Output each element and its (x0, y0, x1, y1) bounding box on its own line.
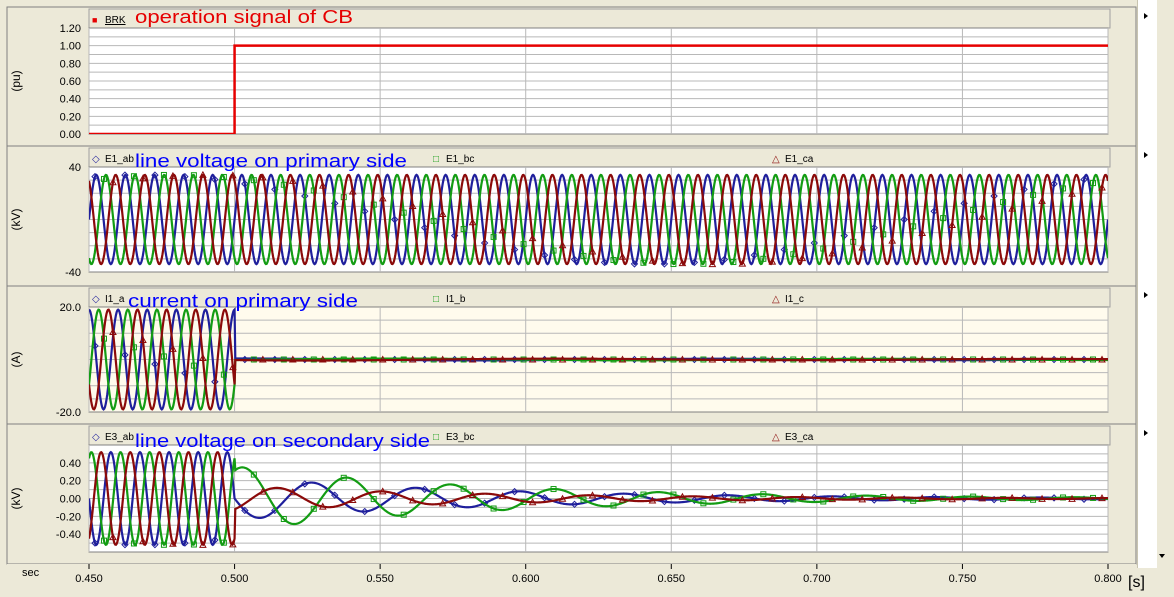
panel-4: 0.40 0.20 0.00 -0.20 -0.40 (kV) ◇ E3_ab □ E3_bc △ E… (6, 423, 1137, 565)
legend-entry: E1_ab (105, 154, 134, 165)
y-tick-label: 1.20 (60, 23, 81, 35)
legend-entry: I1_a (105, 294, 125, 305)
panel-menu-arrow-3[interactable] (1141, 290, 1151, 300)
vertical-scrollbar[interactable] (1137, 0, 1157, 568)
panel-1: 1.20 1.00 0.80 0.60 0.40 0.20 0.00 (pu) ■ BRK oper… (6, 6, 1137, 147)
x-axis-unit-label: sec (22, 567, 40, 579)
y-tick-label: 0.40 (60, 94, 81, 106)
annotation-label: line voltage on secondary side (135, 431, 430, 451)
y-tick-label: 40 (69, 162, 81, 174)
x-tick-label: 0.700 (803, 573, 831, 585)
x-axis: sec 0.450 0.500 0.550 0.600 0.650 0.700 0.750 0.… (7, 564, 1145, 591)
legend-symbol: □ (433, 294, 439, 305)
x-axis-unit-bracket-label: [s] (1128, 574, 1145, 591)
y-tick-label: 0.00 (60, 494, 81, 506)
x-tick-label: 0.550 (366, 573, 394, 585)
panel-menu-arrow-4[interactable] (1141, 428, 1151, 438)
x-tick-label: 0.800 (1094, 573, 1122, 585)
legend-entry: E1_bc (446, 154, 474, 165)
panel-2: 40 -40 (kV) ◇ E1_ab □ E1_bc △ E1_ca line voltage … (6, 145, 1137, 287)
y-tick-label: 0.80 (60, 58, 81, 70)
legend-entry: E1_ca (785, 154, 814, 165)
x-axis-strip (7, 564, 1136, 568)
y-tick-label: -0.20 (56, 511, 81, 523)
x-tick-label: 0.750 (949, 573, 977, 585)
legend-entry: E3_bc (446, 432, 474, 443)
legend-entry: E3_ab (105, 432, 134, 443)
legend-symbol: △ (772, 154, 780, 165)
y-tick-label: 0.00 (60, 129, 81, 141)
legend-symbol: ◇ (92, 294, 100, 305)
x-tick-label: 0.500 (221, 573, 249, 585)
y-tick-label: 0.20 (60, 476, 81, 488)
legend-symbol: □ (433, 154, 439, 165)
y-tick-label: 0.60 (60, 76, 81, 88)
legend-symbol: △ (772, 432, 780, 443)
y-tick-label: 20.0 (60, 302, 81, 314)
legend-symbol: ■ (92, 15, 97, 25)
y-tick-label: -40 (65, 267, 81, 279)
panel-3: 20.0 -20.0 (A) ◇ I1_a □ I1_b △ I1_c current on pr… (6, 285, 1137, 425)
y-tick-label: 1.00 (60, 41, 81, 53)
legend-symbol: ◇ (92, 432, 100, 443)
annotation-label: current on primary side (128, 291, 358, 311)
y-tick-label: -0.40 (56, 529, 81, 541)
y-axis-label: (kV) (9, 209, 23, 231)
legend-entry: I1_c (785, 294, 804, 305)
panel-menu-arrow-1[interactable] (1141, 11, 1151, 21)
x-tick-label: 0.650 (658, 573, 686, 585)
legend-entry: I1_b (446, 294, 466, 305)
y-axis-label: (pu) (9, 70, 23, 91)
y-axis-label: (A) (9, 352, 23, 368)
legend-symbol: □ (433, 432, 439, 443)
scroll-down-button[interactable] (1155, 548, 1170, 565)
annotation-label: operation signal of CB (135, 7, 353, 27)
x-tick-label: 0.450 (75, 573, 103, 585)
panel-menu-arrow-2[interactable] (1141, 150, 1151, 160)
legend-symbol: ◇ (92, 154, 100, 165)
legend-entry: E3_ca (785, 432, 814, 443)
annotation-label: line voltage on primary side (135, 151, 407, 171)
legend-entry: BRK (105, 15, 126, 26)
y-tick-label: -20.0 (56, 407, 81, 419)
multi-panel-chart: 1.20 1.00 0.80 0.60 0.40 0.20 0.00 (pu) ■ BRK oper… (6, 6, 1145, 591)
plot-window: 1.20 1.00 0.80 0.60 0.40 0.20 0.00 (pu) ■ BRK oper… (0, 0, 1174, 597)
y-tick-label: 0.40 (60, 458, 81, 470)
y-tick-label: 0.20 (60, 111, 81, 123)
y-axis-label: (kV) (9, 488, 23, 510)
legend-symbol: △ (772, 294, 780, 305)
x-tick-label: 0.600 (512, 573, 540, 585)
